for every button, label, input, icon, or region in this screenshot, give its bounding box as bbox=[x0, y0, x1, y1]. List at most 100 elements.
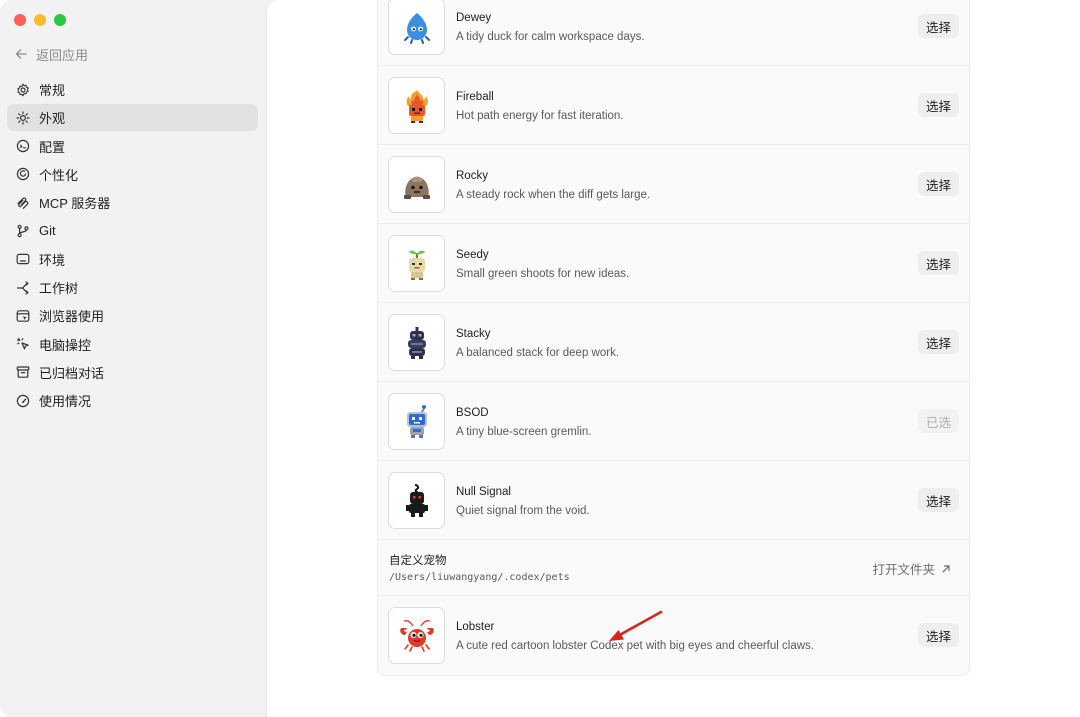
arrow-up-right-icon bbox=[942, 564, 950, 573]
sidebar-item-appearance[interactable]: 外观 bbox=[7, 104, 258, 132]
open-folder-link[interactable]: 打开文件夹 bbox=[872, 559, 951, 578]
open-folder-label: 打开文件夹 bbox=[872, 563, 935, 577]
sidebar-item-label: 个性化 bbox=[39, 167, 79, 183]
pet-thumbnail bbox=[388, 472, 445, 529]
sidebar-item-label: 浏览器使用 bbox=[39, 309, 105, 325]
pet-name: Dewey bbox=[456, 12, 492, 24]
pet-name: Stacky bbox=[456, 328, 491, 340]
red-annotation-arrow-icon bbox=[609, 610, 663, 641]
sun-icon bbox=[16, 111, 30, 125]
pet-description: Quiet signal from the void. bbox=[456, 505, 590, 517]
settings-nav: 常规 外观 配置 个性化 MCP 服务器 Git 环境 工作树 浏览器使用 电脑… bbox=[7, 76, 258, 416]
bsod-robot-icon bbox=[406, 404, 427, 438]
fireball-icon bbox=[406, 89, 428, 123]
select-pet-button[interactable]: 选择 bbox=[917, 330, 959, 354]
sidebar-item-label: 已归档对话 bbox=[39, 365, 105, 381]
pet-thumbnail bbox=[388, 235, 445, 292]
select-pet-button[interactable]: 选择 bbox=[917, 172, 959, 196]
select-pet-button[interactable]: 选择 bbox=[917, 488, 959, 512]
main-panel: Dewey A tidy duck for calm workspace day… bbox=[266, 0, 1080, 717]
pet-name: Rocky bbox=[456, 170, 488, 182]
pet-name: Fireball bbox=[456, 91, 494, 103]
blue-duck-icon bbox=[403, 12, 430, 44]
sidebar-item-mcp-servers[interactable]: MCP 服务器 bbox=[7, 189, 258, 216]
sidebar-item-git[interactable]: Git bbox=[7, 217, 258, 244]
pet-description: A balanced stack for deep work. bbox=[456, 347, 620, 359]
app-window: 返回应用 常规 外观 配置 个性化 MCP 服务器 Git 环境 工作树 浏览器… bbox=[0, 0, 1080, 717]
sidebar-item-personalization[interactable]: 个性化 bbox=[7, 161, 258, 188]
sidebar-item-label: 常规 bbox=[39, 83, 66, 98]
terminal-icon bbox=[16, 252, 30, 266]
lobster-icon bbox=[399, 619, 434, 652]
personalize-icon bbox=[16, 167, 30, 181]
pet-row-rocky: Rocky A steady rock when the diff gets l… bbox=[378, 145, 969, 224]
pet-description: A tiny blue-screen gremlin. bbox=[456, 426, 592, 438]
pet-list: Dewey A tidy duck for calm workspace day… bbox=[377, 0, 970, 676]
zoom-window-button[interactable] bbox=[54, 14, 66, 26]
sidebar-item-label: 电脑操控 bbox=[39, 337, 92, 353]
pet-row-lobster: Lobster A cute red cartoon lobster Codex… bbox=[378, 596, 969, 675]
sidebar-item-general[interactable]: 常规 bbox=[7, 76, 258, 103]
git-branch-icon bbox=[16, 224, 30, 238]
pet-thumbnail bbox=[388, 77, 445, 134]
pet-row-stacky: Stacky A balanced stack for deep work. 选… bbox=[378, 303, 969, 382]
pet-thumbnail bbox=[388, 607, 445, 664]
custom-pets-section: 自定义宠物 /Users/liuwangyang/.codex/pets 打开文… bbox=[378, 540, 969, 596]
pet-row-seedy: Seedy Small green shoots for new ideas. … bbox=[378, 224, 969, 303]
sidebar: 返回应用 常规 外观 配置 个性化 MCP 服务器 Git 环境 工作树 浏览器… bbox=[0, 0, 266, 717]
pet-name: Null Signal bbox=[456, 486, 511, 498]
browser-icon bbox=[16, 309, 30, 323]
pet-name: Seedy bbox=[456, 249, 489, 261]
pet-row-null-signal: Null Signal Quiet signal from the void. … bbox=[378, 461, 969, 540]
minimize-window-button[interactable] bbox=[34, 14, 46, 26]
select-pet-button[interactable]: 选择 bbox=[917, 251, 959, 275]
pet-description: A tidy duck for calm workspace days. bbox=[456, 31, 645, 43]
sidebar-item-label: Git bbox=[39, 223, 56, 239]
sidebar-item-usage[interactable]: 使用情况 bbox=[7, 387, 258, 414]
pet-thumbnail bbox=[388, 314, 445, 371]
rock-icon bbox=[403, 176, 430, 199]
pet-description: Small green shoots for new ideas. bbox=[456, 268, 630, 280]
select-pet-button[interactable]: 选择 bbox=[917, 93, 959, 117]
custom-pets-path: /Users/liuwangyang/.codex/pets bbox=[389, 572, 570, 583]
pet-description: Hot path energy for fast iteration. bbox=[456, 110, 624, 122]
select-pet-button[interactable]: 选择 bbox=[917, 623, 959, 647]
sidebar-item-label: 工作树 bbox=[39, 281, 79, 297]
sidebar-item-computer-control[interactable]: 电脑操控 bbox=[7, 331, 258, 358]
custom-pets-title: 自定义宠物 bbox=[389, 555, 447, 567]
gauge-icon bbox=[16, 394, 30, 408]
cursor-sparkle-icon bbox=[16, 337, 30, 351]
back-to-app-link[interactable]: 返回应用 bbox=[14, 44, 88, 64]
mcp-icon bbox=[16, 196, 30, 210]
pet-name: BSOD bbox=[456, 407, 489, 419]
pet-description: A steady rock when the diff gets large. bbox=[456, 189, 651, 201]
null-signal-icon bbox=[405, 483, 428, 517]
stack-icon bbox=[407, 326, 426, 359]
pet-thumbnail bbox=[388, 0, 445, 55]
seedling-icon bbox=[408, 250, 425, 280]
back-label: 返回应用 bbox=[36, 47, 89, 63]
sidebar-item-browser-use[interactable]: 浏览器使用 bbox=[7, 302, 258, 329]
pet-thumbnail bbox=[388, 156, 445, 213]
pet-thumbnail bbox=[388, 393, 445, 450]
selected-pet-button[interactable]: 已选 bbox=[917, 409, 959, 433]
sidebar-item-worktree[interactable]: 工作树 bbox=[7, 274, 258, 301]
arrow-left-icon bbox=[15, 49, 27, 59]
window-controls bbox=[14, 14, 66, 26]
sidebar-item-label: MCP 服务器 bbox=[39, 196, 111, 212]
sidebar-item-label: 环境 bbox=[39, 252, 66, 268]
sidebar-item-environment[interactable]: 环境 bbox=[7, 246, 258, 273]
pet-name: Lobster bbox=[456, 621, 495, 633]
sidebar-item-archived-chats[interactable]: 已归档对话 bbox=[7, 359, 258, 386]
pet-row-dewey: Dewey A tidy duck for calm workspace day… bbox=[378, 0, 969, 66]
sidebar-item-config[interactable]: 配置 bbox=[7, 133, 258, 160]
archive-icon bbox=[16, 365, 30, 379]
config-icon bbox=[16, 139, 30, 153]
sidebar-item-label: 外观 bbox=[39, 111, 66, 127]
worktree-icon bbox=[16, 280, 30, 295]
select-pet-button[interactable]: 选择 bbox=[917, 14, 959, 38]
pet-row-fireball: Fireball Hot path energy for fast iterat… bbox=[378, 66, 969, 145]
close-window-button[interactable] bbox=[14, 14, 26, 26]
sidebar-item-label: 配置 bbox=[39, 139, 66, 155]
pet-row-bsod: BSOD A tiny blue-screen gremlin. 已选 bbox=[378, 382, 969, 461]
